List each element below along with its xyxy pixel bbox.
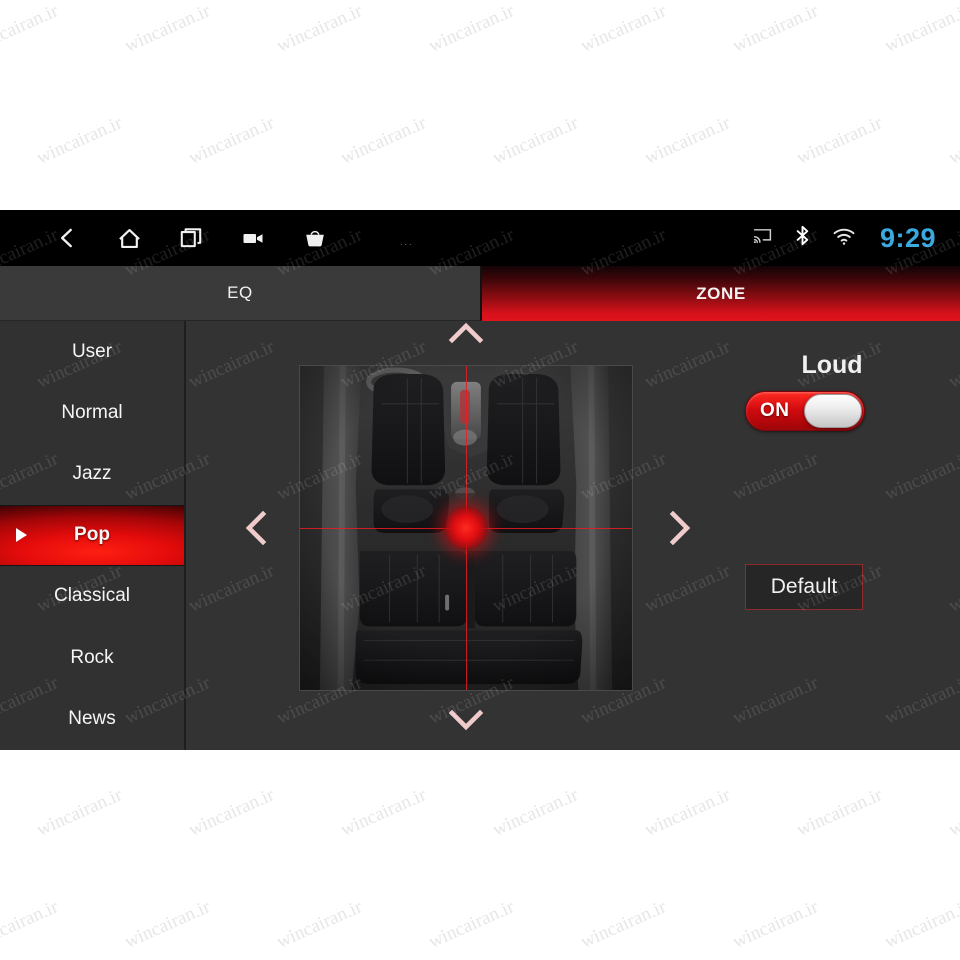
eq-preset-list: User Normal Jazz Pop Classical Rock News — [0, 321, 186, 750]
watermark-text: wincairan.ir — [273, 896, 366, 953]
tab-eq[interactable]: EQ — [0, 266, 482, 321]
watermark-text: wincairan.ir — [881, 896, 960, 953]
sidebar-item-jazz[interactable]: Jazz — [0, 443, 184, 504]
watermark-text: wincairan.ir — [729, 896, 822, 953]
watermark-text: wincairan.ir — [945, 784, 960, 841]
sidebar-item-rock[interactable]: Rock — [0, 627, 184, 688]
watermark-text: wincairan.ir — [121, 896, 214, 953]
loud-toggle-state: ON — [760, 400, 790, 421]
selected-play-marker-icon — [16, 528, 27, 543]
watermark-text: wincairan.ir — [185, 784, 278, 841]
watermark-text: wincairan.ir — [337, 112, 430, 169]
preset-label: News — [68, 707, 116, 729]
watermark-text: wincairan.ir — [0, 896, 62, 953]
back-icon[interactable] — [36, 210, 98, 266]
watermark-text: wincairan.ir — [121, 0, 214, 57]
loud-label: Loud — [801, 351, 863, 379]
watermark-text: wincairan.ir — [793, 112, 886, 169]
watermark-text: wincairan.ir — [337, 784, 430, 841]
watermark-text: wincairan.ir — [641, 784, 734, 841]
recents-icon[interactable] — [160, 210, 222, 266]
status-indicators: 9:29 — [752, 210, 936, 266]
watermark-text: wincairan.ir — [489, 784, 582, 841]
watermark-text: wincairan.ir — [641, 112, 734, 169]
shopping-bag-icon[interactable] — [284, 210, 346, 266]
loud-toggle[interactable]: ON — [745, 391, 865, 431]
watermark-text: wincairan.ir — [945, 112, 960, 169]
overflow-hint: ... — [400, 237, 414, 247]
watermark-text: wincairan.ir — [33, 112, 126, 169]
sidebar-item-pop[interactable]: Pop — [0, 504, 184, 566]
tab-zone[interactable]: ZONE — [482, 266, 960, 321]
wifi-icon — [832, 224, 856, 253]
android-status-bar: ... 9:29 — [0, 210, 960, 266]
watermark-text: wincairan.ir — [729, 0, 822, 57]
car-cabin-panel[interactable] — [299, 365, 633, 691]
chevron-up-icon[interactable] — [443, 311, 489, 357]
video-camera-icon[interactable] — [222, 210, 284, 266]
watermark-text: wincairan.ir — [577, 0, 670, 57]
watermark-text: wincairan.ir — [881, 0, 960, 57]
default-button[interactable]: Default — [745, 564, 863, 610]
watermark-text: wincairan.ir — [425, 896, 518, 953]
sidebar-item-user[interactable]: User — [0, 321, 184, 382]
watermark-text: wincairan.ir — [273, 0, 366, 57]
head-unit-screen: ... 9:29 EQ ZONE User Normal Jazz Pop Cl… — [0, 210, 960, 750]
chevron-left-icon[interactable] — [234, 505, 280, 551]
watermark-text: wincairan.ir — [185, 112, 278, 169]
loud-toggle-knob[interactable] — [804, 394, 862, 428]
preset-label: User — [71, 340, 113, 362]
sidebar-item-normal[interactable]: Normal — [0, 382, 184, 443]
sidebar-item-news[interactable]: News — [0, 688, 184, 749]
preset-label: Classical — [53, 585, 131, 607]
chevron-right-icon[interactable] — [656, 505, 702, 551]
chevron-down-icon[interactable] — [443, 696, 489, 742]
zone-stage: Loud ON Default — [186, 321, 960, 750]
home-icon[interactable] — [98, 210, 160, 266]
watermark-text: wincairan.ir — [489, 112, 582, 169]
watermark-text: wincairan.ir — [0, 0, 62, 57]
content-area: User Normal Jazz Pop Classical Rock News — [0, 321, 960, 750]
sidebar-item-classical[interactable]: Classical — [0, 566, 184, 627]
preset-label: Normal — [61, 401, 123, 423]
sound-focus-point[interactable] — [444, 506, 488, 550]
default-button-label: Default — [770, 575, 838, 598]
preset-label: Jazz — [72, 462, 112, 484]
cast-icon — [752, 225, 773, 251]
watermark-text: wincairan.ir — [793, 784, 886, 841]
preset-label: Rock — [70, 646, 114, 668]
status-clock: 9:29 — [879, 222, 936, 253]
android-nav-buttons — [36, 210, 346, 266]
watermark-text: wincairan.ir — [577, 896, 670, 953]
watermark-text: wincairan.ir — [425, 0, 518, 57]
watermark-text: wincairan.ir — [33, 784, 126, 841]
preset-label: Pop — [74, 524, 110, 546]
bluetooth-icon — [791, 224, 814, 252]
